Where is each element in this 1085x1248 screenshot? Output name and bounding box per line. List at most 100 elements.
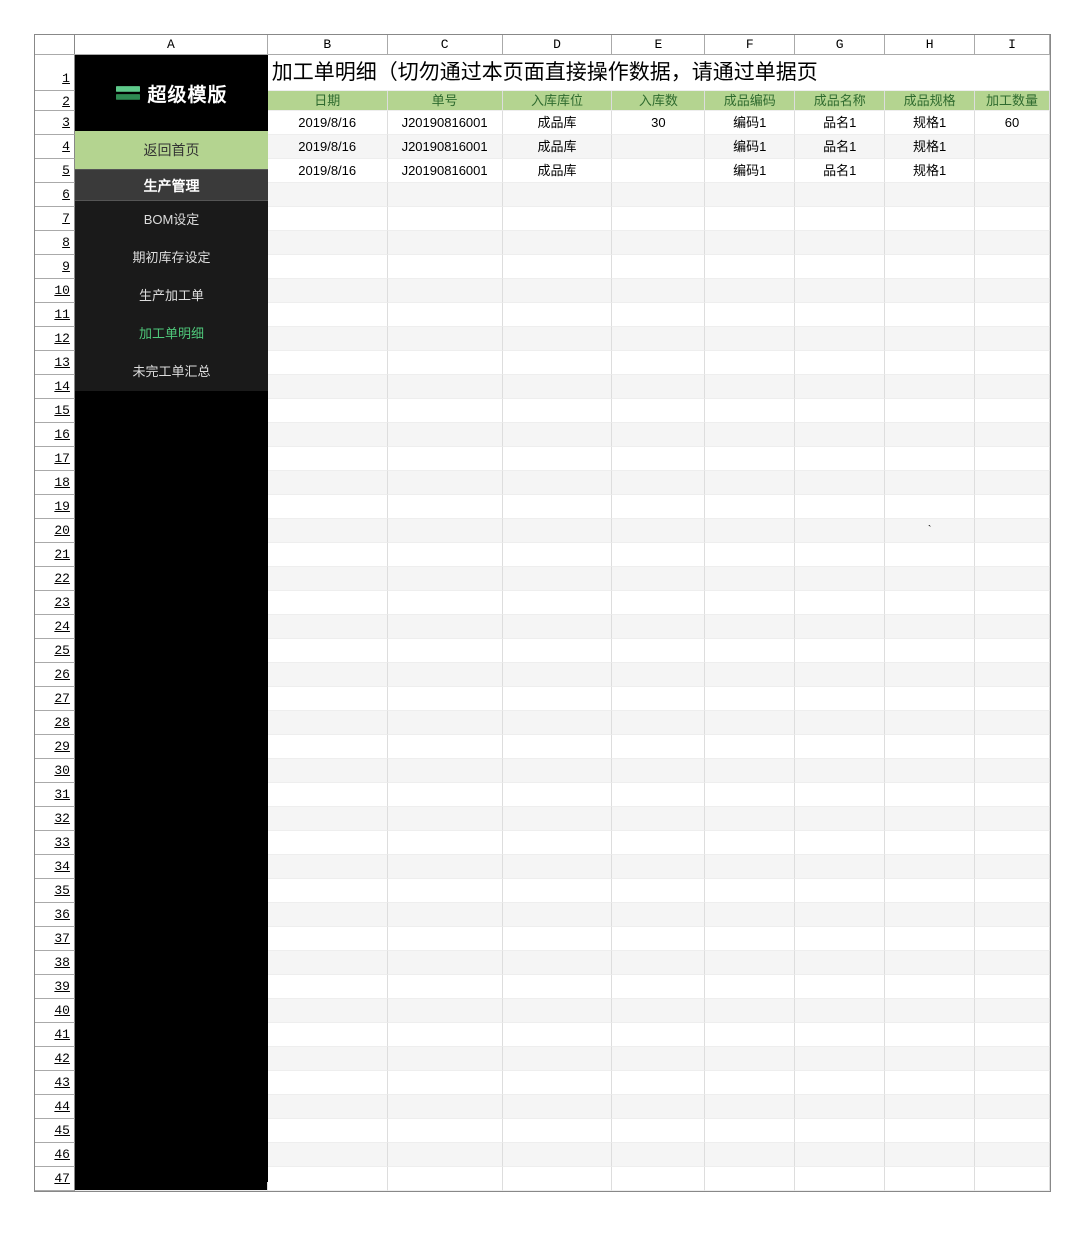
- cell[interactable]: [268, 207, 388, 231]
- cell[interactable]: [612, 279, 705, 303]
- cell[interactable]: [612, 1071, 705, 1095]
- cell[interactable]: [503, 375, 613, 399]
- cell[interactable]: [612, 135, 705, 159]
- cell[interactable]: [612, 495, 705, 519]
- cell[interactable]: [268, 1167, 388, 1191]
- cell[interactable]: [503, 975, 613, 999]
- cell[interactable]: [503, 351, 613, 375]
- cell[interactable]: [503, 543, 613, 567]
- cell[interactable]: [388, 807, 503, 831]
- cell[interactable]: [612, 639, 705, 663]
- cell[interactable]: [705, 1143, 795, 1167]
- cell[interactable]: [885, 639, 975, 663]
- cell[interactable]: [388, 1167, 503, 1191]
- col-header-F[interactable]: F: [705, 35, 795, 54]
- cell[interactable]: [612, 231, 705, 255]
- cell[interactable]: [268, 711, 388, 735]
- cell[interactable]: [885, 351, 975, 375]
- cell[interactable]: [268, 1023, 388, 1047]
- cell[interactable]: [885, 1095, 975, 1119]
- cell[interactable]: [705, 1071, 795, 1095]
- cell[interactable]: [885, 807, 975, 831]
- cell[interactable]: [612, 831, 705, 855]
- cell[interactable]: [975, 327, 1050, 351]
- cell[interactable]: [795, 999, 885, 1023]
- cell[interactable]: [388, 327, 503, 351]
- cell[interactable]: [795, 663, 885, 687]
- cell[interactable]: [705, 639, 795, 663]
- cell[interactable]: 编码1: [705, 159, 795, 183]
- cell[interactable]: [885, 711, 975, 735]
- cell[interactable]: [268, 447, 388, 471]
- cell[interactable]: [795, 471, 885, 495]
- row-header[interactable]: 44: [35, 1095, 75, 1119]
- cell[interactable]: [503, 303, 613, 327]
- table-header-B[interactable]: 日期: [268, 91, 388, 111]
- cell[interactable]: [705, 927, 795, 951]
- cell[interactable]: [503, 327, 613, 351]
- cell[interactable]: [612, 303, 705, 327]
- cell[interactable]: [268, 399, 388, 423]
- cell[interactable]: [975, 1143, 1050, 1167]
- cell[interactable]: [705, 903, 795, 927]
- cell[interactable]: [388, 951, 503, 975]
- row-header[interactable]: 16: [35, 423, 75, 447]
- cell[interactable]: [503, 687, 613, 711]
- col-header-D[interactable]: D: [503, 35, 613, 54]
- cell[interactable]: 规格1: [885, 135, 975, 159]
- cell[interactable]: [612, 759, 705, 783]
- cell[interactable]: [268, 255, 388, 279]
- cell[interactable]: [705, 735, 795, 759]
- cell[interactable]: [268, 831, 388, 855]
- nav-item-bom[interactable]: BOM设定: [75, 201, 268, 239]
- row-header[interactable]: 36: [35, 903, 75, 927]
- nav-item-unfinished-summary[interactable]: 未完工单汇总: [75, 353, 268, 391]
- cell[interactable]: [975, 159, 1050, 183]
- cell[interactable]: [503, 639, 613, 663]
- cell[interactable]: [268, 687, 388, 711]
- cell[interactable]: [612, 423, 705, 447]
- cell[interactable]: [975, 759, 1050, 783]
- cell[interactable]: [268, 567, 388, 591]
- cell[interactable]: [388, 183, 503, 207]
- cell[interactable]: [612, 951, 705, 975]
- cell[interactable]: [885, 663, 975, 687]
- cell[interactable]: [705, 759, 795, 783]
- cell[interactable]: [388, 759, 503, 783]
- cell[interactable]: [503, 951, 613, 975]
- cell[interactable]: [975, 1071, 1050, 1095]
- cell[interactable]: [705, 543, 795, 567]
- table-header-E[interactable]: 入库数: [612, 91, 705, 111]
- cell[interactable]: [975, 1119, 1050, 1143]
- cell[interactable]: [975, 855, 1050, 879]
- cell[interactable]: [612, 159, 705, 183]
- cell[interactable]: [388, 519, 503, 543]
- cell[interactable]: [885, 399, 975, 423]
- cell[interactable]: [795, 615, 885, 639]
- cell[interactable]: [388, 687, 503, 711]
- cell[interactable]: [795, 255, 885, 279]
- cell[interactable]: [705, 303, 795, 327]
- row-header[interactable]: 21: [35, 543, 75, 567]
- cell[interactable]: [388, 279, 503, 303]
- cell[interactable]: [795, 1119, 885, 1143]
- cell[interactable]: [503, 255, 613, 279]
- row-header[interactable]: 9: [35, 255, 75, 279]
- cell[interactable]: [388, 903, 503, 927]
- row-header[interactable]: 41: [35, 1023, 75, 1047]
- cell[interactable]: [612, 255, 705, 279]
- cell[interactable]: [612, 711, 705, 735]
- cell[interactable]: [612, 351, 705, 375]
- row-header[interactable]: 38: [35, 951, 75, 975]
- cell[interactable]: [268, 183, 388, 207]
- cell[interactable]: [885, 735, 975, 759]
- row-header[interactable]: 26: [35, 663, 75, 687]
- cell[interactable]: 品名1: [795, 159, 885, 183]
- cell[interactable]: [503, 783, 613, 807]
- cell[interactable]: [612, 375, 705, 399]
- cell[interactable]: [503, 1047, 613, 1071]
- cell[interactable]: [388, 351, 503, 375]
- cell[interactable]: [388, 543, 503, 567]
- cell[interactable]: [795, 975, 885, 999]
- select-all-corner[interactable]: [35, 35, 75, 54]
